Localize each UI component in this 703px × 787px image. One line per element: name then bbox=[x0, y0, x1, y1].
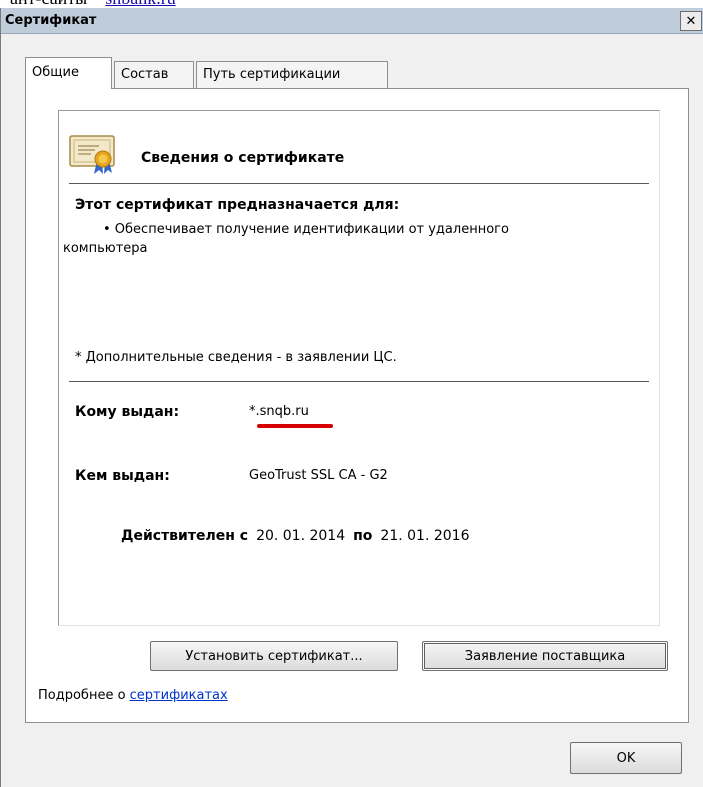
issuer-statement-button[interactable]: Заявление поставщика bbox=[422, 641, 668, 671]
tab-certification-path[interactable]: Путь сертификации bbox=[196, 61, 388, 88]
background-document: ант-сайты – snbank.ru bbox=[0, 0, 703, 8]
issued-to-value: *.snqb.ru bbox=[249, 404, 309, 419]
background-text-prefix: ант-сайты – bbox=[10, 0, 105, 8]
valid-to-label: по bbox=[353, 528, 373, 544]
tab-details[interactable]: Состав bbox=[114, 61, 194, 88]
red-underline-annotation bbox=[257, 424, 333, 428]
ok-button[interactable]: OK bbox=[570, 742, 682, 774]
install-certificate-button[interactable]: Установить сертификат... bbox=[150, 641, 398, 671]
purpose-item: • Обеспечивает получение идентификации о… bbox=[63, 220, 643, 258]
certificate-heading: Сведения о сертификате bbox=[141, 150, 345, 166]
valid-from-date: 20. 01. 2014 bbox=[256, 528, 346, 544]
tab-general[interactable]: Общие bbox=[25, 57, 112, 89]
issued-by-label: Кем выдан: bbox=[75, 468, 170, 484]
background-document-text: ант-сайты – snbank.ru bbox=[10, 0, 176, 8]
divider bbox=[69, 183, 649, 184]
certificate-icon bbox=[69, 135, 115, 174]
issued-to-label: Кому выдан: bbox=[75, 404, 180, 420]
valid-to-date: 21. 01. 2016 bbox=[380, 528, 470, 544]
general-tab-pane: Сведения о сертификате Этот сертификат п… bbox=[25, 88, 689, 723]
learn-more-text: Подробнее о bbox=[38, 688, 130, 703]
divider bbox=[69, 381, 649, 382]
window-title: Сертификат bbox=[5, 13, 97, 28]
certificate-info-panel: Сведения о сертификате Этот сертификат п… bbox=[58, 110, 660, 626]
purpose-line-continued: компьютера bbox=[63, 241, 148, 256]
close-button[interactable]: ✕ bbox=[680, 11, 702, 31]
learn-more: Подробнее о сертификатах bbox=[38, 688, 228, 703]
validity-period: Действителен с 20. 01. 2014 по 21. 01. 2016 bbox=[121, 528, 469, 544]
close-icon: ✕ bbox=[685, 13, 697, 29]
issued-by-value: GeoTrust SSL CA - G2 bbox=[249, 468, 388, 483]
issuer-statement-note: * Дополнительные сведения - в заявлении … bbox=[75, 350, 397, 365]
certificates-link[interactable]: сертификатах bbox=[130, 688, 228, 703]
purpose-line: • Обеспечивает получение идентификации о… bbox=[103, 222, 509, 237]
title-bar[interactable]: Сертификат ✕ bbox=[1, 8, 703, 34]
purpose-title: Этот сертификат предназначается для: bbox=[75, 197, 400, 213]
background-text-link: snbank.ru bbox=[105, 0, 176, 8]
valid-from-label: Действителен с bbox=[121, 528, 249, 544]
certificate-dialog: Сертификат ✕ Общие Состав Путь сертифика… bbox=[0, 8, 703, 787]
